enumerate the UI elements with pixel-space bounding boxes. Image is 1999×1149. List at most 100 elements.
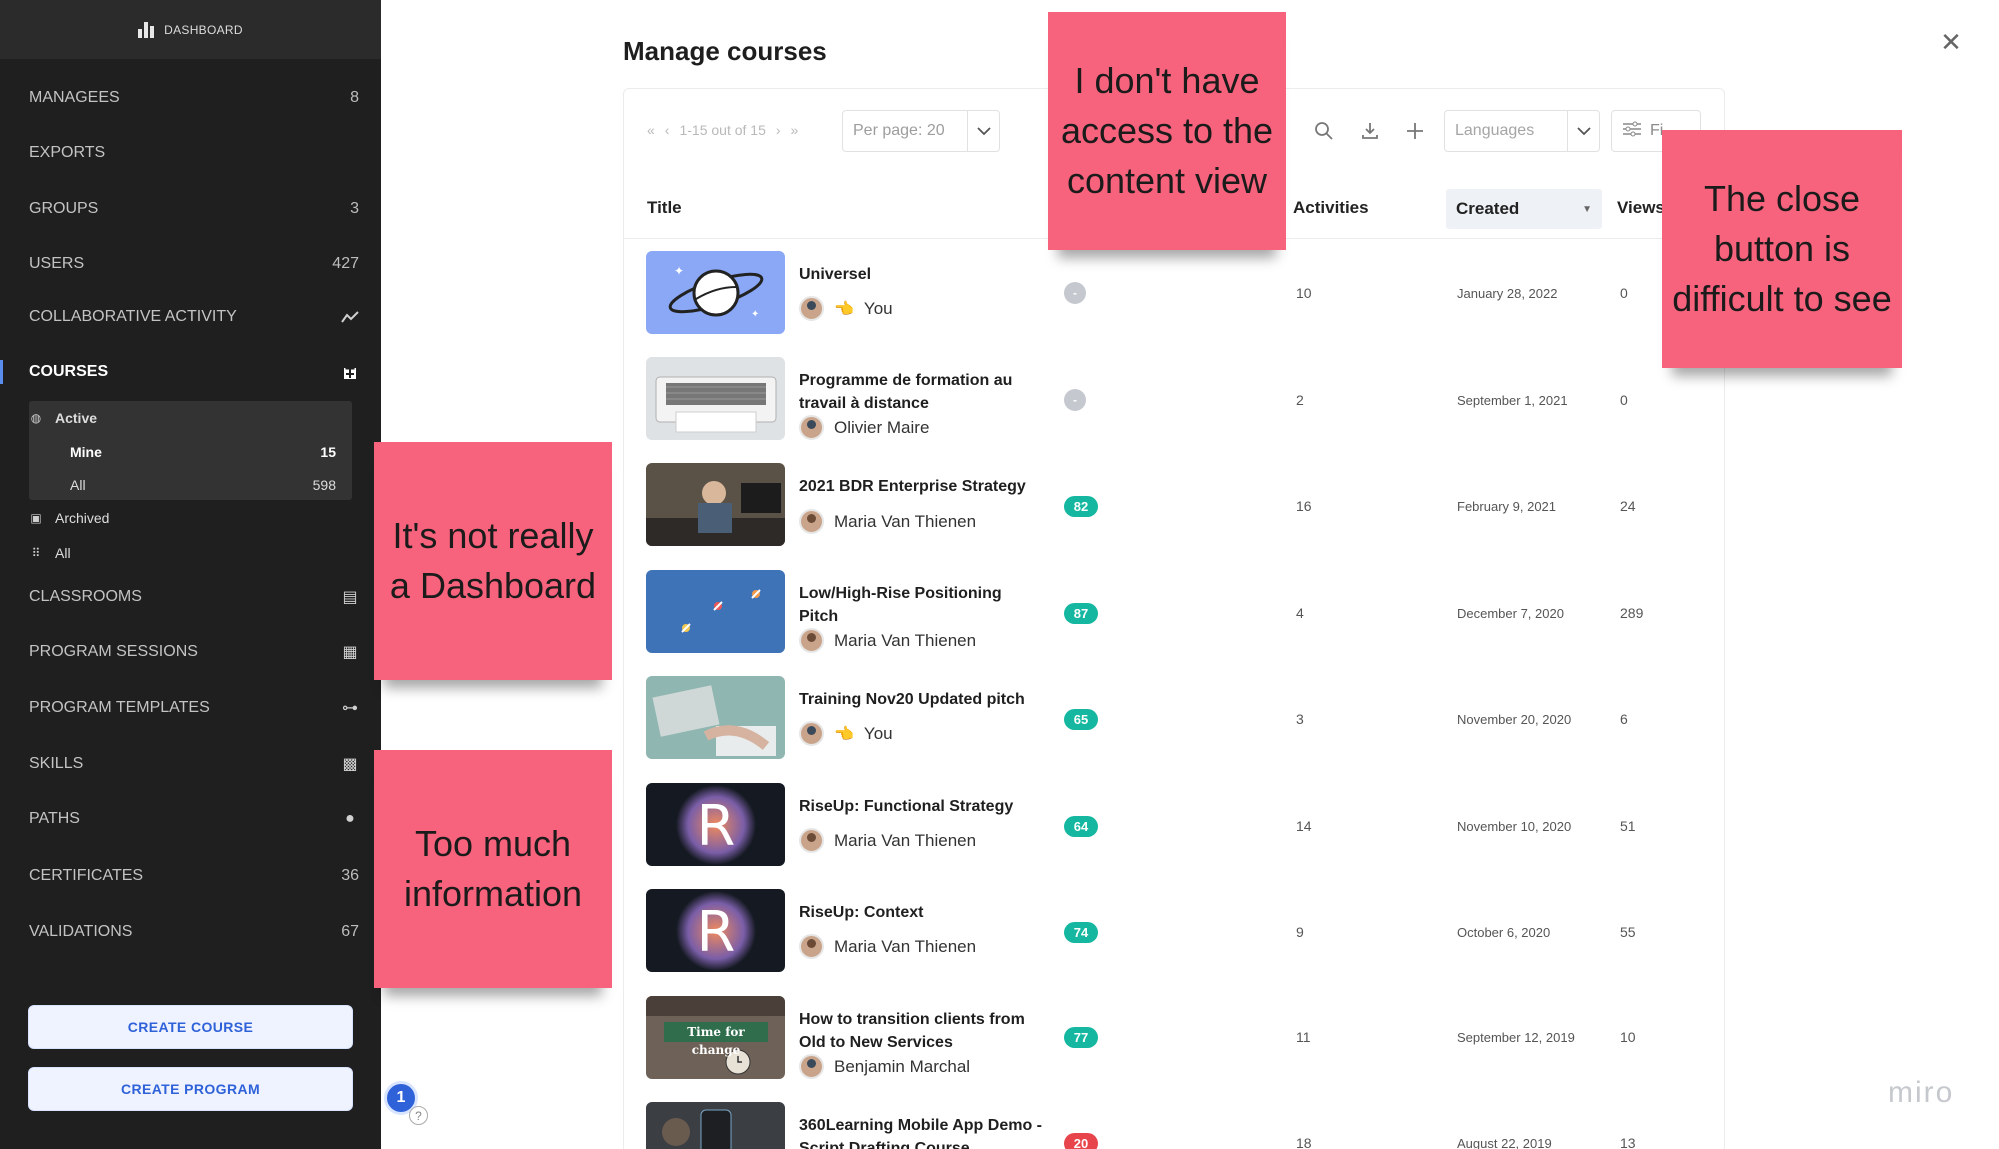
sidebar-item-paths[interactable]: PATHS ● <box>0 799 381 839</box>
table-row[interactable]: Programme de formation au travail à dist… <box>646 357 1706 447</box>
table-row[interactable]: ✦ ✦ Universel 👈 You - 10 January 28, 2022 … <box>646 251 1706 341</box>
first-page-icon[interactable]: « <box>647 122 655 138</box>
column-title[interactable]: Title <box>647 198 682 218</box>
sticky-note-too-much-info[interactable]: Too much information <box>374 750 612 988</box>
sidebar-item-certificates[interactable]: CERTIFICATES 36 <box>0 856 381 896</box>
sticky-note-dashboard[interactable]: It's not really a Dashboard <box>374 442 612 680</box>
course-title[interactable]: 360Learning Mobile App Demo - Script Dra… <box>799 1114 1044 1149</box>
score-badge: - <box>1064 389 1086 411</box>
course-title[interactable]: RiseUp: Functional Strategy <box>799 795 1044 818</box>
sub-item-archived[interactable]: ▣ Archived <box>29 504 352 532</box>
sidebar-item-collaborative-activity[interactable]: COLLABORATIVE ACTIVITY <box>0 297 381 337</box>
course-thumbnail <box>646 463 785 546</box>
pagination: « ‹ 1-15 out of 15 › » <box>647 122 798 138</box>
activities-count: 2 <box>1296 392 1304 408</box>
activities-count: 14 <box>1296 818 1312 834</box>
column-created[interactable]: Created ▼ <box>1446 189 1602 229</box>
table-row[interactable]: Low/High-Rise Positioning Pitch Maria Va… <box>646 570 1706 660</box>
course-author: 👈 You <box>799 721 893 746</box>
languages-select[interactable]: Languages <box>1444 110 1600 152</box>
sticky-note-content-view[interactable]: I don't have access to the content view <box>1048 12 1286 250</box>
course-thumbnail <box>646 357 785 440</box>
avatar <box>799 828 824 853</box>
course-title[interactable]: How to transition clients from Old to Ne… <box>799 1008 1044 1054</box>
add-icon[interactable] <box>341 363 359 381</box>
create-program-button[interactable]: CREATE PROGRAM <box>28 1067 353 1111</box>
count-badge: 36 <box>341 867 359 884</box>
sidebar-item-skills[interactable]: SKILLS ▩ <box>0 744 381 784</box>
sidebar-item-courses[interactable]: COURSES <box>0 352 381 392</box>
dashboard-link[interactable]: DASHBOARD <box>0 0 381 59</box>
search-icon[interactable] <box>1309 116 1339 146</box>
activities-count: 4 <box>1296 605 1304 621</box>
add-icon[interactable] <box>1400 116 1430 146</box>
column-activities[interactable]: Activities <box>1293 198 1369 218</box>
sub-item-all-courses[interactable]: ⠿ All <box>29 539 352 567</box>
create-course-button[interactable]: CREATE COURSE <box>28 1005 353 1049</box>
table-row[interactable]: Training Nov20 Updated pitch 👈 You 65 3 N… <box>646 676 1706 766</box>
avatar <box>799 628 824 653</box>
score-badge: 74 <box>1064 922 1098 943</box>
sidebar-item-program-templates[interactable]: PROGRAM TEMPLATES ⊶ <box>0 688 381 728</box>
course-title[interactable]: Low/High-Rise Positioning Pitch <box>799 582 1044 628</box>
help-icon[interactable]: ? <box>409 1106 428 1125</box>
activities-count: 3 <box>1296 711 1304 727</box>
course-thumbnail: Time for change <box>646 996 785 1079</box>
sidebar-item-users[interactable]: USERS 427 <box>0 244 381 284</box>
table-row[interactable]: R RiseUp: Context Maria Van Thienen 74 9… <box>646 889 1706 979</box>
avatar <box>799 934 824 959</box>
score-badge: 77 <box>1064 1027 1098 1048</box>
download-icon[interactable] <box>1355 116 1385 146</box>
created-date: November 20, 2020 <box>1457 712 1572 727</box>
sidebar-item-validations[interactable]: VALIDATIONS 67 <box>0 912 381 952</box>
course-title[interactable]: RiseUp: Context <box>799 901 1044 924</box>
views-count: 289 <box>1620 605 1644 621</box>
sidebar-item-groups[interactable]: GROUPS 3 <box>0 189 381 229</box>
dashboard-label: DASHBOARD <box>164 22 243 37</box>
sidebar-item-classrooms[interactable]: CLASSROOMS ▤ <box>0 577 381 617</box>
sub-item-mine[interactable]: Mine 15 <box>29 438 352 466</box>
score-badge: 20 <box>1064 1133 1098 1149</box>
sub-item-active[interactable]: ◍ Active <box>29 404 352 432</box>
avatar <box>799 415 824 440</box>
column-views[interactable]: Views <box>1617 198 1665 218</box>
sidebar-item-program-sessions[interactable]: PROGRAM SESSIONS ▦ <box>0 632 381 672</box>
table-row[interactable]: 360Learning Mobile App Demo - Script Dra… <box>646 1102 1706 1149</box>
created-date: December 7, 2020 <box>1457 606 1564 621</box>
svg-text:R: R <box>697 794 736 859</box>
activity-chart-icon <box>341 308 359 326</box>
per-page-select[interactable]: Per page: 20 <box>842 110 1000 152</box>
next-page-icon[interactable]: › <box>776 122 781 138</box>
sticky-note-close-button[interactable]: The close button is difficult to see <box>1662 130 1902 368</box>
bar-chart-icon <box>138 21 155 38</box>
miro-watermark: miro <box>1888 1076 1955 1109</box>
course-author: Maria Van Thienen <box>799 628 976 653</box>
table-row[interactable]: Time for change How to transition client… <box>646 996 1706 1086</box>
course-author: Olivier Maire <box>799 415 929 440</box>
count-badge: 8 <box>350 89 359 106</box>
course-title[interactable]: Programme de formation au travail à dist… <box>799 369 1044 415</box>
score-badge: 87 <box>1064 603 1098 624</box>
close-icon[interactable]: ✕ <box>1935 27 1967 59</box>
page-title: Manage courses <box>623 36 827 66</box>
count-badge: 3 <box>350 200 359 217</box>
course-title[interactable]: Training Nov20 Updated pitch <box>799 688 1044 711</box>
course-author: Maria Van Thienen <box>799 509 976 534</box>
thumbnail-caption: Time for change <box>687 1025 745 1057</box>
count-badge: 427 <box>332 255 359 272</box>
course-title[interactable]: Universel <box>799 263 1044 286</box>
sidebar-item-exports[interactable]: EXPORTS <box>0 133 381 173</box>
prev-page-icon[interactable]: ‹ <box>665 122 670 138</box>
sidebar-item-managees[interactable]: MANAGEES 8 <box>0 78 381 118</box>
created-date: January 28, 2022 <box>1457 286 1558 301</box>
views-count: 10 <box>1620 1029 1636 1045</box>
course-thumbnail <box>646 570 785 653</box>
paths-icon: ● <box>345 810 355 827</box>
table-row[interactable]: 2021 BDR Enterprise Strategy Maria Van T… <box>646 463 1706 553</box>
created-date: February 9, 2021 <box>1457 499 1557 514</box>
course-title[interactable]: 2021 BDR Enterprise Strategy <box>799 475 1044 498</box>
sub-item-all[interactable]: All 598 <box>29 471 352 499</box>
table-row[interactable]: R RiseUp: Functional Strategy Maria Van … <box>646 783 1706 873</box>
created-date: August 22, 2019 <box>1457 1136 1552 1149</box>
last-page-icon[interactable]: » <box>791 122 799 138</box>
